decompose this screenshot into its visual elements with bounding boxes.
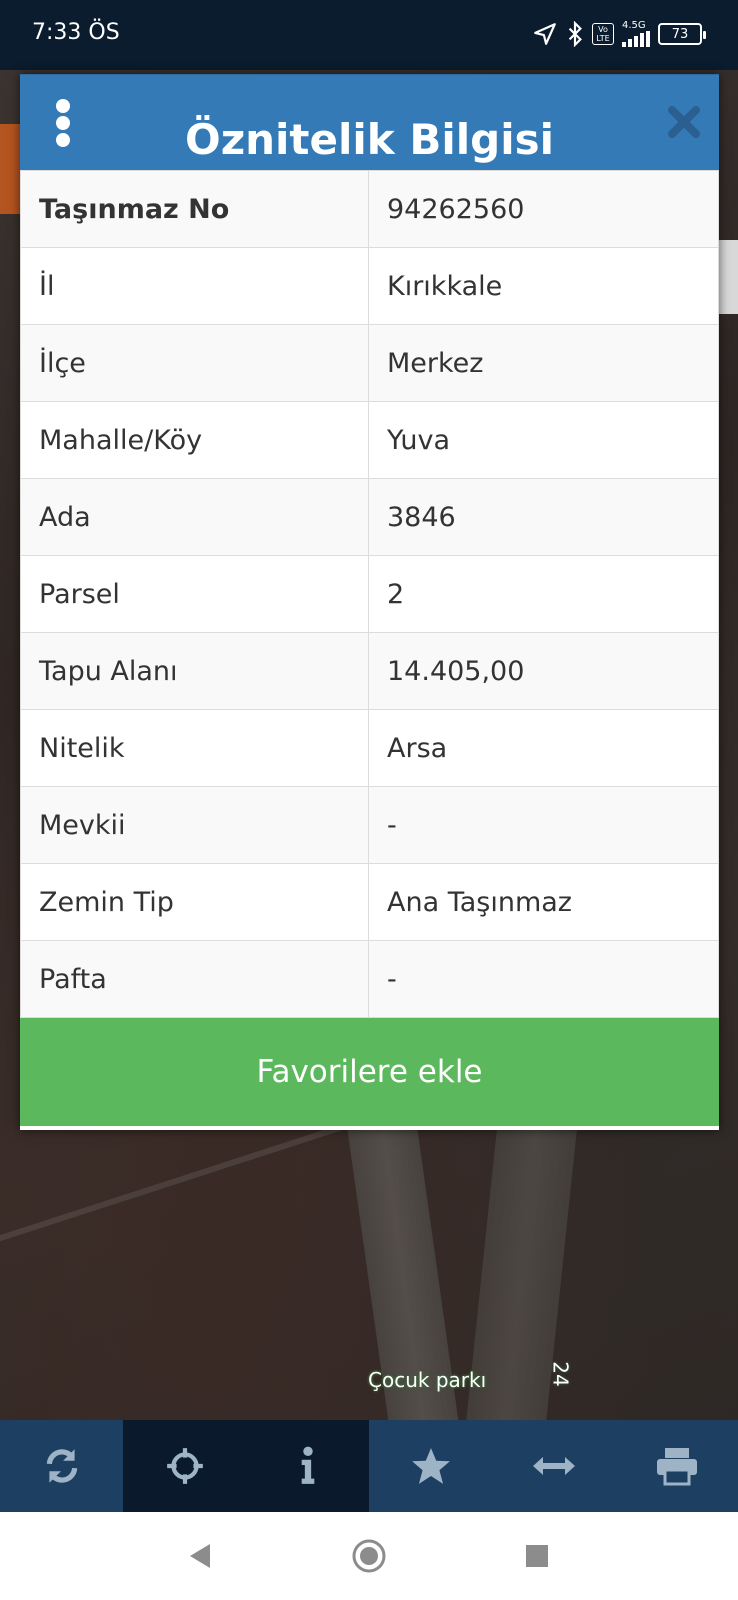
status-bar: 7:33 ÖS Vo LTE 4.5G 73 xyxy=(0,0,738,70)
dialog-header: Öznitelik Bilgisi xyxy=(20,74,719,170)
home-button[interactable] xyxy=(339,1526,399,1586)
attribute-key: Nitelik xyxy=(20,709,369,787)
attribute-value: 94262560 xyxy=(368,170,719,248)
attribute-value: - xyxy=(368,786,719,864)
attribute-row: Tapu Alanı 14.405,00 xyxy=(20,632,719,710)
system-navigation-bar xyxy=(0,1512,738,1600)
attribute-key: Tapu Alanı xyxy=(20,632,369,710)
info-icon xyxy=(301,1446,314,1484)
attribute-row: Pafta - xyxy=(20,940,719,1018)
map-place-label: Çocuk parkı xyxy=(368,1368,487,1392)
attribute-key: Ada xyxy=(20,478,369,556)
attribute-key: İlçe xyxy=(20,324,369,402)
favorites-button[interactable] xyxy=(369,1420,492,1512)
status-icons: Vo LTE 4.5G 73 xyxy=(532,18,706,50)
bottom-toolbar xyxy=(0,1420,738,1512)
attribute-value: Yuva xyxy=(368,401,719,479)
attribute-key: Pafta xyxy=(20,940,369,1018)
attribute-row: Taşınmaz No 94262560 xyxy=(20,170,719,248)
measure-button[interactable] xyxy=(492,1420,615,1512)
attribute-value: Arsa xyxy=(368,709,719,787)
attribute-row: Ada 3846 xyxy=(20,478,719,556)
network-type-label: 4.5G xyxy=(622,20,646,31)
attribute-info-dialog: Öznitelik Bilgisi Taşınmaz No 94262560 İl K… xyxy=(20,74,719,1130)
close-icon[interactable] xyxy=(665,103,703,141)
attribute-row: Mevkii - xyxy=(20,786,719,864)
location-arrow-icon xyxy=(534,23,556,45)
attribute-value: 14.405,00 xyxy=(368,632,719,710)
star-icon xyxy=(411,1448,450,1484)
add-to-favorites-button[interactable]: Favorilere ekle xyxy=(20,1018,719,1126)
attribute-value: Ana Taşınmaz xyxy=(368,863,719,941)
attribute-row: İlçe Merkez xyxy=(20,324,719,402)
battery-level: 73 xyxy=(671,26,689,42)
attribute-key: Zemin Tip xyxy=(20,863,369,941)
status-time: 7:33 ÖS xyxy=(32,20,120,45)
recents-square-icon xyxy=(526,1545,548,1567)
bluetooth-icon xyxy=(568,21,582,47)
attribute-row: Zemin Tip Ana Taşınmaz xyxy=(20,863,719,941)
attribute-key: İl xyxy=(20,247,369,325)
recents-button[interactable] xyxy=(507,1526,567,1586)
attribute-row: Nitelik Arsa xyxy=(20,709,719,787)
attribute-row: Mahalle/Köy Yuva xyxy=(20,401,719,479)
attribute-value: Merkez xyxy=(368,324,719,402)
attribute-table: Taşınmaz No 94262560 İl Kırıkkale İlçe Merkez… xyxy=(20,170,719,1018)
back-triangle-icon xyxy=(190,1544,210,1568)
attribute-key: Mevkii xyxy=(20,786,369,864)
attribute-key: Mahalle/Köy xyxy=(20,401,369,479)
map-road-label: 24 xyxy=(548,1361,573,1387)
print-button[interactable] xyxy=(615,1420,738,1512)
back-button[interactable] xyxy=(171,1526,231,1586)
refresh-button[interactable] xyxy=(0,1420,123,1512)
print-icon xyxy=(656,1448,697,1486)
locate-button[interactable] xyxy=(123,1420,246,1512)
dialog-title: Öznitelik Bilgisi xyxy=(184,115,555,164)
measure-icon xyxy=(532,1457,575,1475)
home-circle-icon xyxy=(352,1539,386,1573)
attribute-value: Kırıkkale xyxy=(368,247,719,325)
attribute-key: Parsel xyxy=(20,555,369,633)
crosshair-icon xyxy=(166,1448,203,1484)
attribute-row: İl Kırıkkale xyxy=(20,247,719,325)
attribute-value: - xyxy=(368,940,719,1018)
signal-icon xyxy=(622,31,650,47)
attribute-value: 3846 xyxy=(368,478,719,556)
volte-icon: Vo LTE xyxy=(592,23,614,45)
info-button[interactable] xyxy=(246,1420,369,1512)
attribute-value: 2 xyxy=(368,555,719,633)
attribute-key: Taşınmaz No xyxy=(20,170,369,248)
attribute-row: Parsel 2 xyxy=(20,555,719,633)
refresh-icon xyxy=(46,1449,77,1483)
map-field-line xyxy=(0,1115,371,1251)
battery-icon: 73 xyxy=(658,23,706,45)
